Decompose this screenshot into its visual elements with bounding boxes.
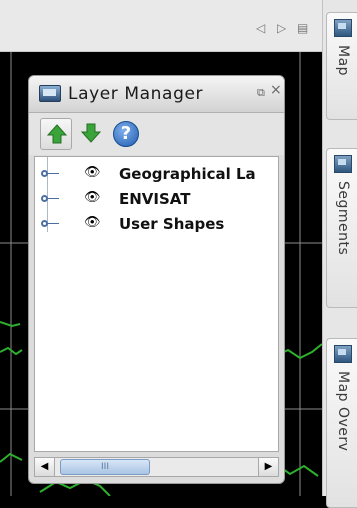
layer-label: User Shapes	[119, 215, 225, 233]
scroll-right-button[interactable]: ▶	[258, 458, 278, 476]
layer-label: ENVISAT	[119, 190, 191, 208]
help-button[interactable]: ?	[110, 118, 142, 150]
move-layer-up-button[interactable]	[40, 118, 72, 150]
panel-title: Layer Manager	[68, 84, 204, 104]
tab-map-label: Map	[335, 45, 351, 77]
layer-manager-icon	[39, 85, 61, 102]
tab-map-overview[interactable]: Map Overv	[326, 338, 357, 508]
segments-icon	[334, 155, 352, 173]
menu-icon[interactable]: ▤	[297, 22, 308, 34]
layer-toolbar: ?	[29, 113, 284, 155]
visibility-eye-icon[interactable]: 👁	[84, 191, 101, 205]
visibility-eye-icon[interactable]: 👁	[84, 216, 101, 230]
help-icon: ?	[113, 121, 139, 147]
close-icon[interactable]: ×	[270, 83, 282, 97]
layer-row[interactable]: 👁 User Shapes	[35, 212, 278, 234]
green-up-arrow-icon	[47, 124, 67, 144]
restore-icon[interactable]: ⧉	[257, 87, 265, 98]
layer-list[interactable]: 👁 Geographical La 👁 ENVISAT 👁 User Shape…	[34, 156, 279, 452]
previous-arrow-icon[interactable]: ◁	[256, 22, 265, 34]
scrollbar-thumb[interactable]: III	[60, 459, 150, 475]
layer-manager-panel: Layer Manager ⧉ × ? 👁 Geographical La 👁	[28, 75, 285, 484]
top-bar: ◁ ▷ ▤	[0, 0, 329, 52]
move-layer-down-button[interactable]	[75, 118, 107, 150]
side-tab-strip: Map Segments Map Overv	[322, 0, 357, 508]
horizontal-scrollbar[interactable]: ◀ III ▶	[34, 457, 279, 477]
visibility-eye-icon[interactable]: 👁	[84, 166, 101, 180]
tab-map[interactable]: Map	[326, 12, 357, 120]
layer-label: Geographical La	[119, 165, 256, 183]
panel-title-bar[interactable]: Layer Manager ⧉ ×	[29, 76, 284, 113]
scroll-left-button[interactable]: ◀	[35, 458, 55, 476]
layer-row[interactable]: 👁 Geographical La	[35, 162, 278, 184]
map-icon	[334, 19, 352, 37]
next-arrow-icon[interactable]: ▷	[277, 22, 286, 34]
tab-segments-label: Segments	[335, 181, 351, 256]
green-down-arrow-icon	[81, 123, 101, 143]
layer-row[interactable]: 👁 ENVISAT	[35, 187, 278, 209]
tab-segments[interactable]: Segments	[326, 148, 357, 308]
tree-node-icon	[41, 220, 59, 227]
tree-node-icon	[41, 170, 59, 177]
map-overview-icon	[334, 345, 352, 363]
tab-map-overview-label: Map Overv	[335, 371, 351, 452]
tree-node-icon	[41, 195, 59, 202]
